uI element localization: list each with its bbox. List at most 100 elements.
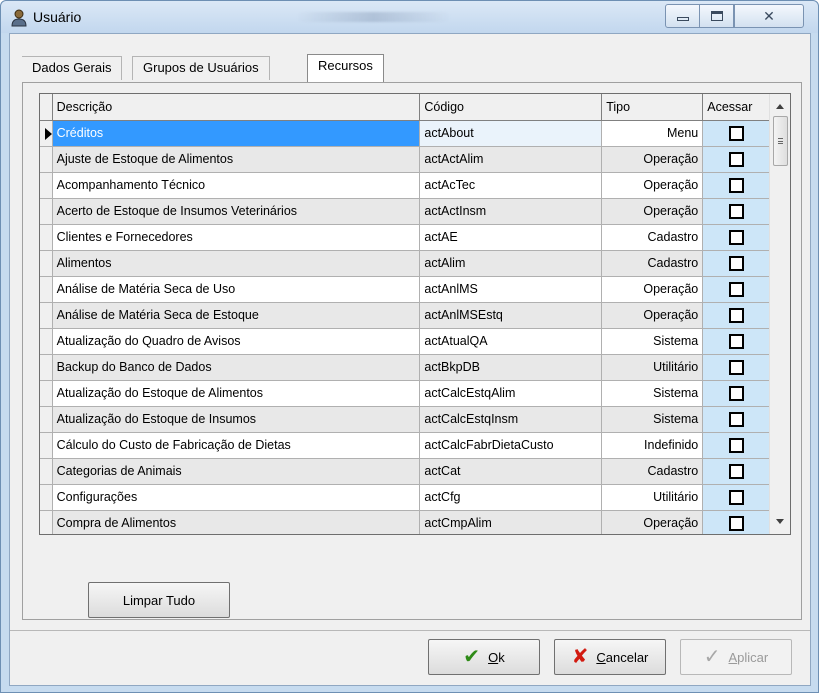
acessar-checkbox[interactable]	[728, 125, 744, 141]
cell-descricao[interactable]: Ajuste de Estoque de Alimentos	[52, 146, 421, 173]
cell-codigo[interactable]: actCalcFabrDietaCusto	[419, 432, 603, 459]
acessar-checkbox[interactable]	[728, 203, 744, 219]
cell-tipo[interactable]: Sistema	[601, 380, 704, 407]
row-indicator[interactable]	[40, 380, 53, 407]
cell-descricao[interactable]: Cálculo do Custo de Fabricação de Dietas	[52, 432, 421, 459]
cell-descricao[interactable]: Configurações	[52, 484, 421, 511]
cell-tipo[interactable]: Operação	[601, 302, 704, 329]
cell-descricao[interactable]: Alimentos	[52, 250, 421, 277]
row-indicator[interactable]	[40, 510, 53, 534]
acessar-checkbox[interactable]	[728, 229, 744, 245]
row-indicator[interactable]	[40, 120, 53, 147]
table-row[interactable]: Análise de Matéria Seca de Estoque actAnl…	[40, 302, 770, 329]
cell-codigo[interactable]: actCat	[419, 458, 603, 485]
table-row[interactable]: Atualização do Estoque de Insumos actCalc…	[40, 406, 770, 433]
row-indicator[interactable]	[40, 198, 53, 225]
row-indicator[interactable]	[40, 276, 53, 303]
cell-descricao[interactable]: Compra de Alimentos	[52, 510, 421, 534]
acessar-checkbox[interactable]	[728, 359, 744, 375]
table-row[interactable]: Atualização do Quadro de Avisos actAtualQ…	[40, 328, 770, 355]
cell-tipo[interactable]: Operação	[601, 276, 704, 303]
cell-descricao[interactable]: Análise de Matéria Seca de Estoque	[52, 302, 421, 329]
tab-recursos[interactable]: Recursos	[307, 54, 384, 82]
scroll-down-arrow-icon[interactable]	[776, 519, 784, 524]
table-row[interactable]: Compra de Alimentos actCmpAlim Operação	[40, 510, 770, 534]
cancelar-button[interactable]: ✘ Cancelar	[554, 639, 666, 675]
cell-tipo[interactable]: Utilitário	[601, 484, 704, 511]
cell-descricao[interactable]: Atualização do Estoque de Alimentos	[52, 380, 421, 407]
maximize-button[interactable]	[699, 4, 734, 28]
row-indicator[interactable]	[40, 172, 53, 199]
cell-descricao[interactable]: Backup do Banco de Dados	[52, 354, 421, 381]
row-indicator[interactable]	[40, 458, 53, 485]
title-bar[interactable]: Usuário ✕	[1, 1, 818, 33]
cell-tipo[interactable]: Sistema	[601, 406, 704, 433]
row-indicator[interactable]	[40, 328, 53, 355]
cell-descricao[interactable]: Créditos	[52, 120, 421, 147]
table-row[interactable]: Alimentos actAlim Cadastro	[40, 250, 770, 277]
cell-codigo[interactable]: actCmpAlim	[419, 510, 603, 534]
vertical-scrollbar[interactable]	[769, 94, 790, 534]
acessar-checkbox[interactable]	[728, 515, 744, 531]
acessar-checkbox[interactable]	[728, 151, 744, 167]
table-row[interactable]: Créditos actAbout Menu	[40, 120, 770, 147]
row-indicator[interactable]	[40, 224, 53, 251]
cell-codigo[interactable]: actAE	[419, 224, 603, 251]
close-button[interactable]: ✕	[734, 4, 804, 28]
row-indicator[interactable]	[40, 432, 53, 459]
table-row[interactable]: Backup do Banco de Dados actBkpDB Utilitár…	[40, 354, 770, 381]
acessar-checkbox[interactable]	[728, 333, 744, 349]
column-header-descricao[interactable]: Descrição	[52, 94, 421, 121]
table-row[interactable]: Ajuste de Estoque de Alimentos actActAlim…	[40, 146, 770, 173]
cell-tipo[interactable]: Operação	[601, 510, 704, 534]
acessar-checkbox[interactable]	[728, 385, 744, 401]
acessar-checkbox[interactable]	[728, 255, 744, 271]
cell-codigo[interactable]: actAbout	[419, 120, 603, 147]
row-indicator[interactable]	[40, 484, 53, 511]
table-row[interactable]: Configurações actCfg Utilitário	[40, 484, 770, 511]
scroll-up-arrow-icon[interactable]	[776, 104, 784, 109]
cell-codigo[interactable]: actCalcEstqAlim	[419, 380, 603, 407]
cell-codigo[interactable]: actBkpDB	[419, 354, 603, 381]
table-row[interactable]: Cálculo do Custo de Fabricação de Dietas…	[40, 432, 770, 459]
acessar-checkbox[interactable]	[728, 411, 744, 427]
row-indicator[interactable]	[40, 302, 53, 329]
cell-codigo[interactable]: actActInsm	[419, 198, 603, 225]
acessar-checkbox[interactable]	[728, 177, 744, 193]
cell-tipo[interactable]: Operação	[601, 172, 704, 199]
table-row[interactable]: Acerto de Estoque de Insumos Veterinário…	[40, 198, 770, 225]
table-row[interactable]: Clientes e Fornecedores actAE Cadastro	[40, 224, 770, 251]
acessar-checkbox[interactable]	[728, 463, 744, 479]
cell-codigo[interactable]: actAcTec	[419, 172, 603, 199]
cell-tipo[interactable]: Cadastro	[601, 458, 704, 485]
table-row[interactable]: Atualização do Estoque de Alimentos actCa…	[40, 380, 770, 407]
column-header-codigo[interactable]: Código	[419, 94, 603, 121]
cell-tipo[interactable]: Sistema	[601, 328, 704, 355]
cell-tipo[interactable]: Cadastro	[601, 250, 704, 277]
cell-codigo[interactable]: actAnlMS	[419, 276, 603, 303]
column-header-tipo[interactable]: Tipo	[601, 94, 704, 121]
aplicar-button[interactable]: ✓ Aplicar	[680, 639, 792, 675]
column-header-acessar[interactable]: Acessar	[702, 94, 770, 121]
row-indicator[interactable]	[40, 406, 53, 433]
acessar-checkbox[interactable]	[728, 281, 744, 297]
table-row[interactable]: Análise de Matéria Seca de Uso actAnlMS Op…	[40, 276, 770, 303]
limpar-tudo-button[interactable]: Limpar Tudo	[88, 582, 230, 618]
cell-tipo[interactable]: Operação	[601, 146, 704, 173]
cell-descricao[interactable]: Acerto de Estoque de Insumos Veterinário…	[52, 198, 421, 225]
cell-codigo[interactable]: actAlim	[419, 250, 603, 277]
row-indicator[interactable]	[40, 354, 53, 381]
resources-grid[interactable]: Descrição Código Tipo Acessar Créditos ac…	[39, 93, 791, 535]
cell-codigo[interactable]: actActAlim	[419, 146, 603, 173]
scrollbar-thumb[interactable]	[773, 116, 788, 166]
row-indicator[interactable]	[40, 250, 53, 277]
cell-tipo[interactable]: Utilitário	[601, 354, 704, 381]
cell-descricao[interactable]: Atualização do Quadro de Avisos	[52, 328, 421, 355]
cell-tipo[interactable]: Operação	[601, 198, 704, 225]
minimize-button[interactable]	[665, 4, 700, 28]
ok-button[interactable]: ✔ Ok	[428, 639, 540, 675]
tab-grupos-de-usuarios[interactable]: Grupos de Usuários	[132, 56, 270, 80]
cell-descricao[interactable]: Análise de Matéria Seca de Uso	[52, 276, 421, 303]
cell-descricao[interactable]: Acompanhamento Técnico	[52, 172, 421, 199]
tab-dados-gerais[interactable]: Dados Gerais	[22, 56, 123, 80]
